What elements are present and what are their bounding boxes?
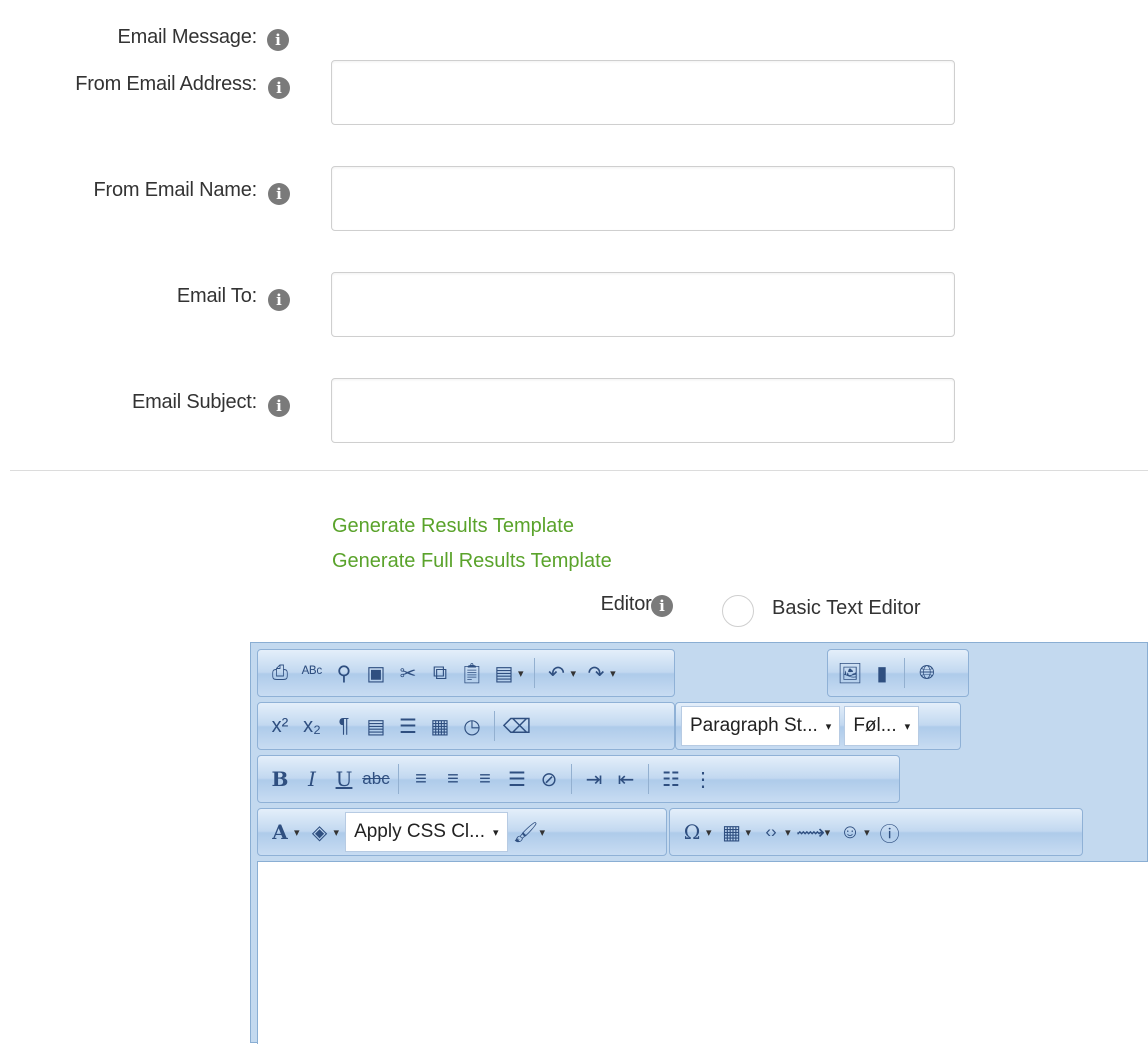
justify-right-icon[interactable]: ≡ <box>469 763 501 795</box>
toolbar-tables: Ω ▾ ▦ ▾ ‹› ▾ ⟿ ▾ ☺ ▾ ⓘ <box>669 808 1083 856</box>
find-icon[interactable]: ⚲ <box>328 657 360 689</box>
info-icon[interactable]: i <box>268 289 290 311</box>
superscript-icon[interactable]: x² <box>264 710 296 742</box>
basic-text-editor-label: Basic Text Editor <box>772 597 921 619</box>
email-message-row: Email Message: i <box>0 26 1148 56</box>
insert-table-icon[interactable]: ▦ <box>716 816 748 848</box>
email-to-input[interactable] <box>331 272 955 337</box>
from-email-name-input[interactable] <box>331 166 955 231</box>
toolbar-separator <box>648 764 649 794</box>
chevron-down-icon: ▾ <box>493 826 499 839</box>
paste-plain-icon[interactable]: ▤ <box>488 657 520 689</box>
format-painter-icon[interactable]: 🖌︎ <box>510 816 542 848</box>
toolbar-clipboard: ⎙ ᴬᴮᶜ ⚲ ▣ ✂ ⧉ 📋︎ ▤ ▾ ↶ ▾ ↷ ▾ <box>257 649 675 697</box>
section-divider <box>10 470 1148 471</box>
editor-content-area[interactable] <box>257 861 1148 1044</box>
from-email-address-label: From Email Address: <box>75 73 257 95</box>
highlight-color-icon[interactable]: ◈ <box>304 816 336 848</box>
special-characters-icon[interactable]: Ω <box>676 816 708 848</box>
document-manager-icon[interactable]: ▮ <box>866 657 898 689</box>
spellcheck-icon[interactable]: ᴬᴮᶜ <box>296 657 328 689</box>
generate-results-template-link[interactable]: Generate Results Template <box>332 515 574 538</box>
italic-icon[interactable]: I <box>296 763 328 795</box>
select-all-icon[interactable]: ▣ <box>360 657 392 689</box>
paragraph-style-dropdown[interactable]: Paragraph St... ▾ <box>681 706 841 746</box>
remove-alignment-icon[interactable]: ⊘ <box>533 763 565 795</box>
toolbar-media: 🖼︎ ▮ 🌐︎ <box>827 649 969 697</box>
font-size-value: Føl... <box>853 715 897 736</box>
email-subject-input[interactable] <box>331 378 955 443</box>
toolbar-separator <box>571 764 572 794</box>
from-email-address-input[interactable] <box>331 60 955 125</box>
email-to-label: Email To: <box>176 285 257 307</box>
toolbar-separator <box>398 764 399 794</box>
editor-label: Editor: <box>600 593 658 615</box>
print-icon[interactable]: ⎙ <box>264 657 296 689</box>
more-icon[interactable]: ⋮ <box>687 763 719 795</box>
from-email-name-label: From Email Name: <box>93 179 258 201</box>
insert-symbol-icon[interactable]: ☺ <box>834 816 866 848</box>
new-paragraph-icon[interactable]: ▤ <box>360 710 392 742</box>
info-icon[interactable]: i <box>268 395 290 417</box>
chevron-down-icon: ▾ <box>904 720 911 733</box>
justify-left-icon[interactable]: ≡ <box>405 763 437 795</box>
paragraph-style-value: Paragraph St... <box>690 715 818 736</box>
numbered-list-icon[interactable]: ☷ <box>655 763 687 795</box>
toolbar-styles: Paragraph St... ▾ Føl... ▾ <box>675 702 961 750</box>
info-icon[interactable]: i <box>267 29 289 51</box>
strikethrough-icon[interactable]: abc <box>360 763 392 795</box>
format-stripper-icon[interactable]: ⌫ <box>501 710 533 742</box>
css-class-dropdown[interactable]: Apply CSS Cl... ▾ <box>345 812 508 852</box>
insert-paragraph-icon[interactable]: ¶ <box>328 710 360 742</box>
css-class-value: Apply CSS Cl... <box>354 821 485 842</box>
help-icon[interactable]: ⓘ <box>874 816 906 848</box>
toolbar-formatting: B I U abc ≡ ≡ ≡ ☰ ⊘ ⇥ ⇤ ☷ ⋮ <box>257 755 900 803</box>
from-email-address-row: From Email Address: i <box>0 60 1148 126</box>
generate-full-results-template-link[interactable]: Generate Full Results Template <box>332 550 612 573</box>
toolbar-separator <box>533 658 535 688</box>
from-email-name-row: From Email Name: i <box>0 166 1148 232</box>
insert-snippet-icon[interactable]: ‹› <box>755 816 787 848</box>
email-message-label: Email Message: <box>117 26 258 48</box>
undo-icon[interactable]: ↶ <box>541 657 573 689</box>
copy-icon[interactable]: ⧉ <box>424 657 456 689</box>
info-icon[interactable]: i <box>268 183 290 205</box>
hyperlink-icon[interactable]: 🌐︎ <box>911 657 943 689</box>
outdent-icon[interactable]: ⇤ <box>610 763 642 795</box>
subscript-icon[interactable]: x₂ <box>296 710 328 742</box>
font-size-dropdown[interactable]: Føl... ▾ <box>844 706 920 746</box>
toolbar-separator <box>494 711 495 741</box>
insert-time-icon[interactable]: ◷ <box>456 710 488 742</box>
image-manager-icon[interactable]: 🖼︎ <box>834 657 866 689</box>
info-icon[interactable]: i <box>268 77 290 99</box>
email-to-row: Email To: i <box>0 272 1148 338</box>
justify-full-icon[interactable]: ☰ <box>501 763 533 795</box>
email-subject-label: Email Subject: <box>131 391 257 413</box>
toolbar-separator <box>904 658 905 688</box>
basic-text-editor-radio[interactable] <box>722 595 754 627</box>
redo-icon[interactable]: ↷ <box>580 657 612 689</box>
underline-icon[interactable]: U <box>328 763 360 795</box>
custom-link-icon[interactable]: ⟿ <box>795 816 827 848</box>
email-subject-row: Email Subject: i <box>0 378 1148 444</box>
info-icon[interactable]: i <box>651 595 673 617</box>
toolbar-insert: x² x₂ ¶ ▤ ☰ ▦ ◷ ⌫ <box>257 702 675 750</box>
bold-icon[interactable]: B <box>264 763 296 795</box>
font-color-icon[interactable]: A <box>264 816 296 848</box>
paste-icon[interactable]: 📋︎ <box>456 657 488 689</box>
justify-center-icon[interactable]: ≡ <box>437 763 469 795</box>
indent-icon[interactable]: ⇥ <box>578 763 610 795</box>
cut-icon[interactable]: ✂ <box>392 657 424 689</box>
rich-text-editor: ⎙ ᴬᴮᶜ ⚲ ▣ ✂ ⧉ 📋︎ ▤ ▾ ↶ ▾ ↷ ▾ 🖼︎ ▮ 🌐︎ x² … <box>250 642 1148 1044</box>
toolbar-colors: A ▾ ◈ ▾ Apply CSS Cl... ▾ 🖌︎ ▾ <box>257 808 667 856</box>
align-left-icon[interactable]: ☰ <box>392 710 424 742</box>
insert-date-icon[interactable]: ▦ <box>424 710 456 742</box>
chevron-down-icon: ▾ <box>825 720 832 733</box>
